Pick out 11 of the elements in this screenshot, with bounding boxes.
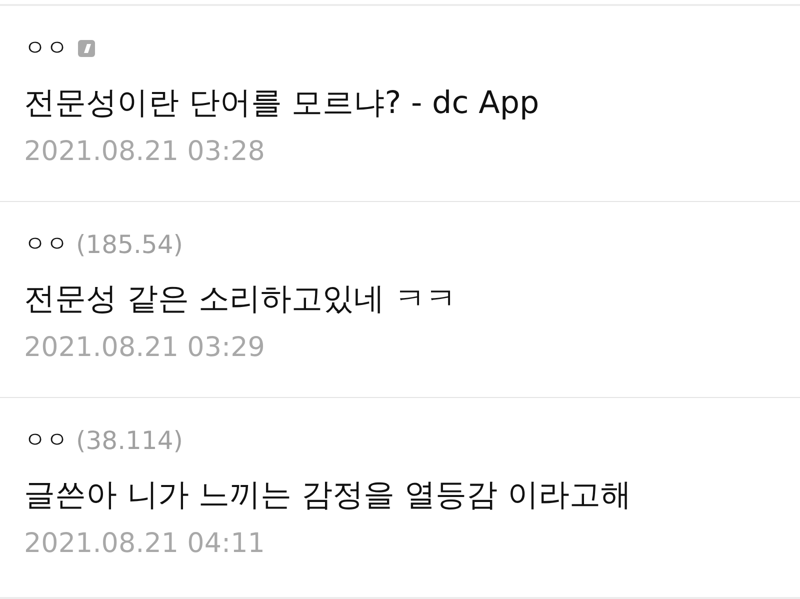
comment-date: 2021.08.21 03:29 <box>24 332 266 363</box>
comment-author: ㅇㅇ <box>24 231 68 259</box>
comment-date: 2021.08.21 03:28 <box>24 136 266 167</box>
ip-address: (38.114) <box>76 426 183 454</box>
comment-text: 전문성 같은 소리하고있네 ㅋㅋ <box>24 280 458 319</box>
comment-author: ㅇㅇ <box>24 427 68 455</box>
comment-author: ㅇㅇ <box>24 35 68 63</box>
comment-text: 글쓴아 니가 느끼는 감정을 열등감 이라고해 <box>24 476 632 515</box>
ip-address: (185.54) <box>76 230 183 258</box>
comment-text: 전문성이란 단어를 모르냐? - dc App <box>24 84 540 123</box>
comment-date: 2021.08.21 04:11 <box>24 528 266 559</box>
